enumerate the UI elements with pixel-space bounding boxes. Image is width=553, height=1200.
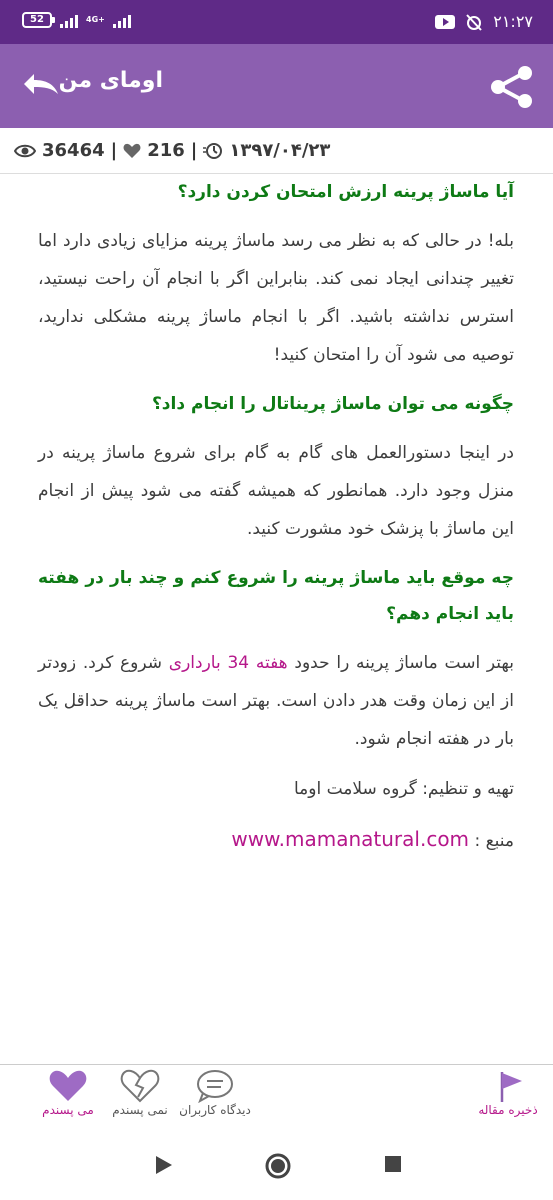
flag-icon <box>500 1072 522 1102</box>
alarm-off-icon <box>466 13 482 31</box>
eye-icon <box>14 144 36 157</box>
article-meta: 36464 | 216 | ۱۳۹۷/۰۴/۲۳ <box>0 128 553 174</box>
signal-icon-2 <box>112 12 131 28</box>
battery-icon: 52 <box>22 12 55 28</box>
heart-icon <box>49 1070 87 1101</box>
source-link[interactable]: www.mamanatural.com <box>231 827 469 851</box>
save-article-button[interactable]: ذخیره مقاله <box>468 1069 548 1117</box>
system-nav-bar <box>0 1134 553 1200</box>
section-heading: چه موقع باید ماساژ پرینه را شروع کنم و چ… <box>38 568 514 624</box>
back-arrow-icon[interactable] <box>20 70 62 100</box>
status-right: ۲۱:۲۷ <box>435 12 533 31</box>
credit-line: تهیه و تنظیم: گروه سلامت اوما <box>293 779 514 799</box>
highlighted-text: هفته 34 بارداری <box>168 653 288 673</box>
broken-heart-icon <box>120 1069 160 1103</box>
section-heading: آیا ماساژ پرینه ارزش امتحان کردن دارد؟ <box>177 182 514 202</box>
action-bar: می پسندم نمی پسندم دیدگاه کاربران ذخیره … <box>0 1064 553 1134</box>
like-label: می پسندم <box>42 1103 94 1117</box>
app-bar: اومای من <box>0 44 553 128</box>
article-body: آیا ماساژ پرینه ارزش امتحان کردن دارد؟ ب… <box>38 174 514 860</box>
status-left: 52 4G+ <box>22 12 131 28</box>
comments-label: دیدگاه کاربران <box>179 1103 251 1117</box>
signal-icon <box>60 12 78 28</box>
meta-separator: | <box>110 140 118 161</box>
clock-icon <box>203 142 223 159</box>
chat-bubble-icon <box>197 1070 233 1103</box>
paragraph: بهتر است ماساژ پرینه را حدود هفته 34 بار… <box>38 644 514 758</box>
section-heading: چگونه می توان ماساژ پریناتال را انجام دا… <box>151 394 514 414</box>
status-time: ۲۱:۲۷ <box>493 12 533 31</box>
page-title: اومای من <box>58 68 163 93</box>
source-label: منبع : <box>469 831 514 851</box>
like-button[interactable]: می پسندم <box>28 1069 108 1117</box>
share-icon[interactable] <box>488 64 536 110</box>
home-nav-icon[interactable] <box>264 1152 292 1180</box>
youtube-icon <box>435 14 456 29</box>
meta-separator-2: | <box>190 140 198 161</box>
source-line: منبع : www.mamanatural.com <box>38 820 514 860</box>
dislike-label: نمی پسندم <box>112 1103 168 1117</box>
save-label: ذخیره مقاله <box>478 1103 538 1117</box>
status-bar: 52 4G+ ۲۱:۲۷ <box>0 0 553 44</box>
paragraph: در اینجا دستورالعمل های گام به گام برای … <box>38 443 514 539</box>
text-segment: بهتر است ماساژ پرینه را حدود <box>287 653 515 673</box>
back-nav-icon[interactable] <box>154 1154 174 1176</box>
recents-nav-icon[interactable] <box>383 1154 403 1174</box>
paragraph: بله! در حالی که به نظر می رسد ماساژ پرین… <box>38 231 514 365</box>
heart-icon <box>123 143 141 158</box>
comments-button[interactable]: دیدگاه کاربران <box>172 1069 258 1117</box>
network-type: 4G+ <box>86 15 105 24</box>
like-count: 216 <box>147 140 185 161</box>
dislike-button[interactable]: نمی پسندم <box>100 1069 180 1117</box>
view-count: 36464 <box>42 140 105 161</box>
publish-date: ۱۳۹۷/۰۴/۲۳ <box>229 140 331 161</box>
